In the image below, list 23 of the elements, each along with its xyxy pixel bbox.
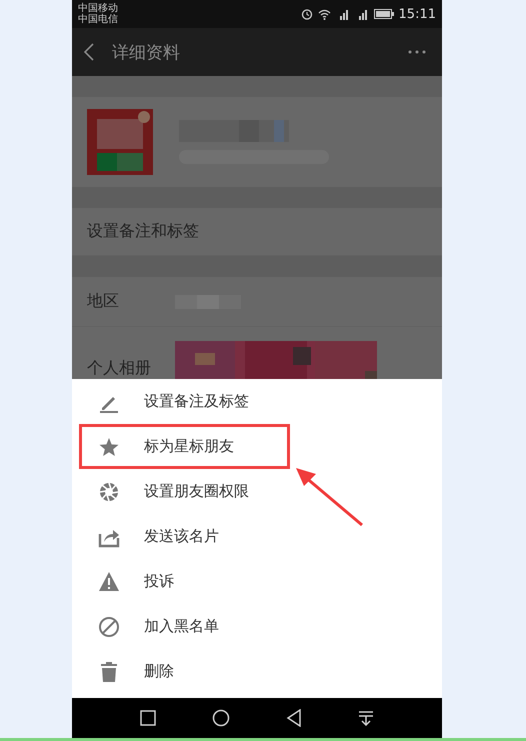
row-label: 地区 bbox=[87, 291, 120, 312]
aperture-icon bbox=[98, 480, 120, 502]
back-icon bbox=[84, 43, 94, 61]
screen-title: 详细资料 bbox=[112, 42, 181, 64]
carrier-name: 中国移动 bbox=[78, 3, 118, 14]
carrier-name: 中国电信 bbox=[78, 14, 118, 25]
circle-icon bbox=[212, 709, 230, 727]
row-label: 个人相册 bbox=[87, 358, 152, 379]
battery-icon bbox=[374, 9, 394, 19]
row-label: 设置备注和标签 bbox=[87, 221, 199, 242]
triangle-icon bbox=[286, 709, 302, 727]
menu-item[interactable]: 标为星标朋友 bbox=[79, 424, 290, 469]
alarm-icon bbox=[300, 8, 313, 20]
back-button[interactable] bbox=[84, 43, 94, 61]
square-icon bbox=[140, 710, 156, 726]
clock-time: 15:11 bbox=[398, 6, 436, 22]
wifi-icon bbox=[318, 8, 331, 20]
trash-icon bbox=[98, 660, 120, 682]
warning-icon bbox=[98, 570, 120, 592]
pull-down-icon bbox=[358, 710, 374, 726]
block-icon bbox=[98, 616, 120, 638]
more-icon bbox=[408, 50, 426, 54]
star-icon bbox=[98, 436, 120, 458]
